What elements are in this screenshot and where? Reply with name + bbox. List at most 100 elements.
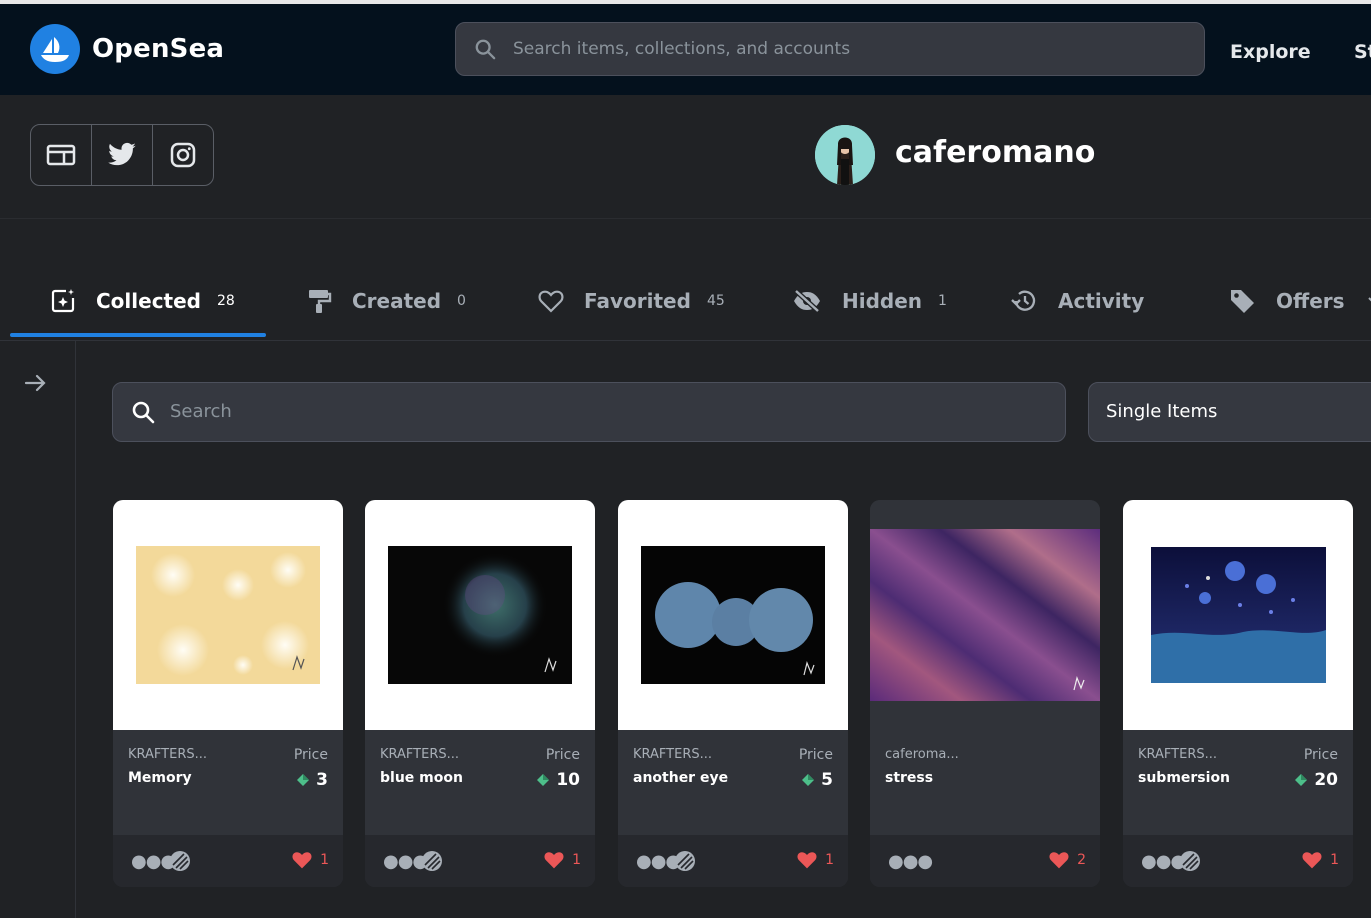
nft-price-value: 5: [821, 770, 833, 790]
items-search-input[interactable]: Search: [112, 382, 1066, 442]
like-button[interactable]: 1: [796, 850, 834, 870]
chain-icon: [1180, 851, 1200, 871]
card-footer: ●●● 1: [1123, 835, 1353, 887]
tab-hidden[interactable]: Hidden 1: [792, 284, 947, 318]
nft-image[interactable]: [365, 500, 595, 730]
nav-stats[interactable]: St: [1354, 41, 1371, 63]
like-button[interactable]: 1: [543, 850, 581, 870]
like-count: 1: [320, 852, 329, 868]
nft-collection[interactable]: KRAFTERS...: [1138, 747, 1217, 762]
nft-card[interactable]: caferoma... stress ●●● 2: [870, 500, 1100, 887]
tab-collected[interactable]: Collected 28: [50, 284, 235, 318]
nft-collection[interactable]: KRAFTERS...: [128, 747, 207, 762]
card-footer: ●●● 2: [870, 835, 1100, 887]
card-footer: ●●● 1: [113, 835, 343, 887]
nft-collection[interactable]: KRAFTERS...: [380, 747, 459, 762]
nav-explore[interactable]: Explore: [1230, 41, 1311, 63]
collected-icon: [51, 289, 75, 313]
website-link[interactable]: [31, 125, 92, 185]
nft-collection[interactable]: caferoma...: [885, 747, 959, 762]
chain-icon: [170, 851, 190, 871]
twitter-icon: [108, 142, 136, 166]
tab-favorited-count: 45: [706, 293, 725, 309]
instagram-icon: [170, 142, 196, 168]
profile-header: caferomano: [0, 95, 1371, 219]
token-icon: [297, 774, 310, 786]
card-footer: ●●● 1: [618, 835, 848, 887]
nft-price-value: 3: [316, 770, 328, 790]
nft-price: 10: [536, 770, 580, 790]
token-icon: [802, 774, 815, 786]
token-icon: [537, 774, 550, 786]
brand-name[interactable]: OpenSea: [92, 34, 224, 64]
nft-name[interactable]: blue moon: [380, 770, 463, 786]
nft-card[interactable]: KRAFTERS... Memory Price 3 ●●● 1: [113, 500, 343, 887]
tab-offers-label: Offers: [1276, 289, 1345, 313]
active-tab-indicator: [10, 333, 266, 337]
nft-card[interactable]: KRAFTERS... submersion Price 20 ●●● 1: [1123, 500, 1353, 887]
nft-name[interactable]: another eye: [633, 770, 728, 786]
profile-tabs: Collected 28 Created 0 Favorited 45 Hidd…: [0, 218, 1371, 341]
nft-card[interactable]: KRAFTERS... another eye Price 5 ●●● 1: [618, 500, 848, 887]
more-options-icon[interactable]: ●●●: [888, 851, 933, 872]
nft-price-value: 10: [556, 770, 580, 790]
heart-filled-icon: [797, 852, 817, 869]
tab-created-count: 0: [457, 293, 466, 309]
global-search-input[interactable]: Search items, collections, and accounts: [455, 22, 1205, 76]
heart-icon: [538, 290, 564, 313]
social-links: [30, 124, 214, 186]
paintbrush-icon: [309, 290, 332, 313]
instagram-link[interactable]: [153, 125, 213, 185]
nft-price-value: 20: [1314, 770, 1338, 790]
like-button[interactable]: 2: [1048, 850, 1086, 870]
nft-name[interactable]: Memory: [128, 770, 192, 786]
tab-hidden-count: 1: [938, 293, 947, 309]
heart-filled-icon: [1049, 852, 1069, 869]
nft-image[interactable]: [1123, 500, 1353, 730]
price-label: Price: [545, 747, 580, 763]
avatar[interactable]: [815, 125, 875, 185]
token-icon: [1295, 774, 1308, 786]
heart-filled-icon: [544, 852, 564, 869]
like-button[interactable]: 1: [291, 850, 329, 870]
like-count: 2: [1077, 852, 1086, 868]
price-label: Price: [1303, 747, 1338, 763]
nft-image[interactable]: [870, 500, 1100, 730]
tab-created-label: Created: [352, 289, 442, 313]
nft-card[interactable]: KRAFTERS... blue moon Price 10 ●●● 1: [365, 500, 595, 887]
price-label: Price: [798, 747, 833, 763]
like-count: 1: [1330, 852, 1339, 868]
twitter-link[interactable]: [92, 125, 153, 185]
chevron-down-icon[interactable]: [1367, 296, 1371, 306]
price-label: Price: [293, 747, 328, 763]
website-icon: [46, 144, 76, 166]
nft-name[interactable]: submersion: [1138, 770, 1230, 786]
chain-icon: [675, 851, 695, 871]
nft-image[interactable]: [113, 500, 343, 730]
search-icon: [475, 39, 496, 60]
nft-image[interactable]: [618, 500, 848, 730]
view-select[interactable]: Single Items: [1088, 382, 1371, 442]
nft-collection[interactable]: KRAFTERS...: [633, 747, 712, 762]
history-icon: [1011, 290, 1036, 311]
tab-collected-label: Collected: [96, 289, 201, 313]
card-footer: ●●● 1: [365, 835, 595, 887]
search-icon: [132, 401, 155, 424]
arrow-right-icon[interactable]: [24, 373, 48, 393]
tab-activity[interactable]: Activity: [1010, 284, 1144, 318]
tab-created[interactable]: Created 0: [306, 284, 466, 318]
tag-icon: [1231, 290, 1254, 313]
like-count: 1: [825, 852, 834, 868]
tab-hidden-label: Hidden: [842, 289, 923, 313]
tab-favorited[interactable]: Favorited 45: [538, 284, 725, 318]
like-button[interactable]: 1: [1301, 850, 1339, 870]
chain-icon: [422, 851, 442, 871]
nft-name[interactable]: stress: [885, 770, 933, 786]
nft-price: 5: [801, 770, 833, 790]
tab-favorited-label: Favorited: [584, 289, 691, 313]
items-search-placeholder: Search: [170, 401, 232, 422]
global-search-placeholder: Search items, collections, and accounts: [513, 39, 851, 59]
opensea-logo-icon[interactable]: [30, 24, 80, 74]
profile-username: caferomano: [895, 135, 1096, 170]
tab-offers[interactable]: Offers: [1228, 284, 1371, 318]
